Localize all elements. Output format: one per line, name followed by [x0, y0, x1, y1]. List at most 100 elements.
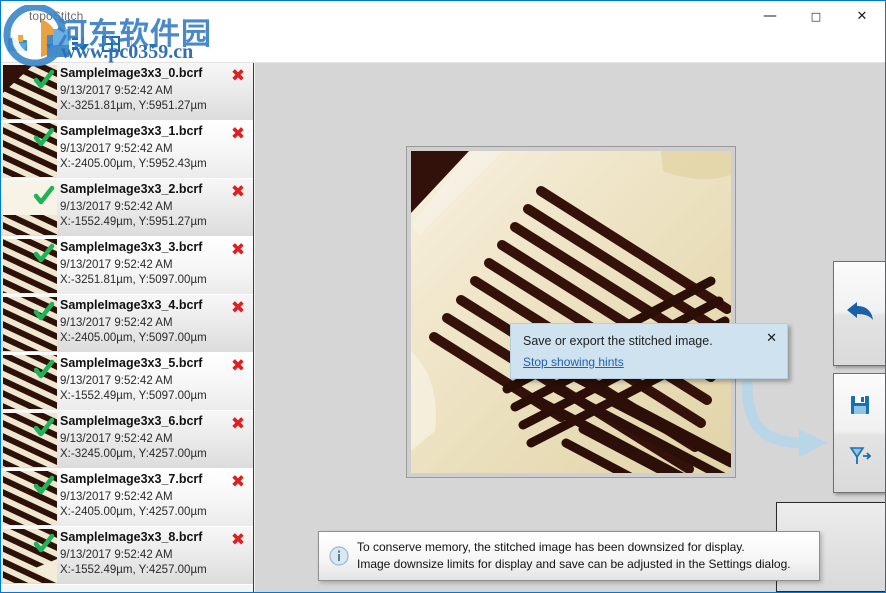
close-icon: ✕ [856, 8, 868, 24]
file-info: SampleImage3x3_0.bcrf 9/13/2017 9:52:42 A… [60, 64, 225, 114]
file-position: X:-1552.49µm, Y:5097.00µm [60, 390, 207, 402]
minimize-icon: — [763, 8, 777, 24]
file-list-item[interactable]: SampleImage3x3_8.bcrf 9/13/2017 9:52:42 A… [1, 527, 253, 585]
file-name: SampleImage3x3_8.bcrf [60, 530, 203, 544]
file-list-item[interactable]: SampleImage3x3_4.bcrf 9/13/2017 9:52:42 A… [1, 295, 253, 353]
info-message-text: To conserve memory, the stitched image h… [357, 539, 791, 573]
remove-file-button[interactable]: ✖ [225, 414, 251, 434]
file-thumbnail [3, 65, 57, 119]
file-name: SampleImage3x3_5.bcrf [60, 356, 203, 370]
floppy-disk-icon [849, 394, 871, 421]
file-list-panel[interactable]: SampleImage3x3_0.bcrf 9/13/2017 9:52:42 A… [1, 63, 254, 592]
open-folder-button[interactable] [4, 33, 32, 61]
toolbar [1, 31, 885, 63]
toolbar-separator [131, 37, 132, 56]
file-date: 9/13/2017 9:52:42 AM [60, 259, 173, 271]
file-thumbnail [3, 123, 57, 177]
file-info: SampleImage3x3_5.bcrf 9/13/2017 9:52:42 A… [60, 354, 225, 404]
hint-close-button[interactable]: ✕ [766, 331, 777, 346]
remove-file-button[interactable]: ✖ [225, 66, 251, 86]
file-name: SampleImage3x3_7.bcrf [60, 472, 203, 486]
remove-file-button[interactable]: ✖ [225, 124, 251, 144]
file-position: X:-1552.49µm, Y:4257.00µm [60, 564, 207, 576]
file-position: X:-2405.00µm, Y:5097.00µm [60, 332, 207, 344]
checkmark-icon [33, 127, 55, 149]
open-dropdown-button[interactable] [35, 33, 63, 61]
remove-file-button[interactable]: ✖ [225, 530, 251, 550]
hint-pointer-arrow [735, 379, 845, 479]
remove-file-button[interactable]: ✖ [225, 472, 251, 492]
file-thumbnail [3, 355, 57, 409]
file-name: SampleImage3x3_0.bcrf [60, 66, 203, 80]
stitched-image [411, 151, 731, 473]
file-position: X:-1552.49µm, Y:5951.27µm [60, 216, 207, 228]
file-position: X:-3251.81µm, Y:5951.27µm [60, 100, 207, 112]
checkmark-icon [33, 185, 55, 207]
file-list-item[interactable]: SampleImage3x3_7.bcrf 9/13/2017 9:52:42 A… [1, 469, 253, 527]
file-list-item[interactable]: SampleImage3x3_3.bcrf 9/13/2017 9:52:42 A… [1, 237, 253, 295]
file-position: X:-3251.81µm, Y:5097.00µm [60, 274, 207, 286]
file-position: X:-3245.00µm, Y:4257.00µm [60, 448, 207, 460]
checkmark-icon [33, 533, 55, 555]
file-list-item[interactable]: SampleImage3x3_2.bcrf 9/13/2017 9:52:42 A… [1, 179, 253, 237]
checkmark-icon [33, 301, 55, 323]
file-list-item[interactable]: SampleImage3x3_0.bcrf 9/13/2017 9:52:42 A… [1, 63, 253, 121]
back-button[interactable] [833, 261, 885, 366]
hint-popup: Save or export the stitched image. ✕ Sto… [510, 323, 788, 379]
file-info: SampleImage3x3_3.bcrf 9/13/2017 9:52:42 A… [60, 238, 225, 288]
close-button[interactable]: ✕ [839, 1, 885, 31]
file-date: 9/13/2017 9:52:42 AM [60, 549, 173, 561]
file-date: 9/13/2017 9:52:42 AM [60, 143, 173, 155]
grid-layout-icon [100, 34, 122, 59]
grid-dropdown-button[interactable] [139, 33, 167, 61]
checkmark-icon [33, 417, 55, 439]
stitched-image-view[interactable] [406, 146, 736, 478]
remove-file-button[interactable]: ✖ [225, 182, 251, 202]
file-date: 9/13/2017 9:52:42 AM [60, 201, 173, 213]
open-folder-icon [7, 34, 29, 59]
file-date: 9/13/2017 9:52:42 AM [60, 491, 173, 503]
back-arrow-icon [845, 299, 875, 328]
info-icon [329, 546, 349, 566]
canvas-area: Save or export the stitched image. ✕ Sto… [255, 63, 885, 592]
file-thumbnail [3, 297, 57, 351]
file-name: SampleImage3x3_4.bcrf [60, 298, 203, 312]
checkmark-icon [33, 359, 55, 381]
file-list-item[interactable]: SampleImage3x3_5.bcrf 9/13/2017 9:52:42 A… [1, 353, 253, 411]
file-name: SampleImage3x3_6.bcrf [60, 414, 203, 428]
info-line-2: Image downsize limits for display and sa… [357, 557, 791, 571]
file-date: 9/13/2017 9:52:42 AM [60, 375, 173, 387]
file-info: SampleImage3x3_1.bcrf 9/13/2017 9:52:42 A… [60, 122, 225, 172]
checkmark-icon [33, 475, 55, 497]
file-name: SampleImage3x3_2.bcrf [60, 182, 203, 196]
minimize-button[interactable]: — [747, 1, 793, 31]
remove-file-button[interactable]: ✖ [225, 356, 251, 376]
file-list-item[interactable]: SampleImage3x3_1.bcrf 9/13/2017 9:52:42 A… [1, 121, 253, 179]
info-message-bar: To conserve memory, the stitched image h… [318, 531, 820, 581]
file-date: 9/13/2017 9:52:42 AM [60, 433, 173, 445]
title-bar: topoStitch — □ ✕ [1, 1, 885, 31]
file-thumbnail [3, 239, 57, 293]
hint-text: Save or export the stitched image. [523, 334, 713, 348]
file-thumbnail [3, 181, 57, 235]
checkmark-icon [33, 243, 55, 265]
chevron-down-icon [45, 44, 53, 49]
sort-descending-icon [69, 34, 91, 59]
grid-layout-button[interactable] [97, 33, 125, 61]
stop-showing-hints-link[interactable]: Stop showing hints [523, 355, 624, 369]
file-position: X:-2405.00µm, Y:5952.43µm [60, 158, 207, 170]
file-thumbnail [3, 413, 57, 467]
file-list-item[interactable]: SampleImage3x3_6.bcrf 9/13/2017 9:52:42 A… [1, 411, 253, 469]
sort-button[interactable] [66, 33, 94, 61]
remove-file-button[interactable]: ✖ [225, 298, 251, 318]
checkmark-icon [33, 69, 55, 91]
file-name: SampleImage3x3_3.bcrf [60, 240, 203, 254]
maximize-icon: □ [810, 9, 822, 23]
maximize-button[interactable]: □ [793, 1, 839, 31]
file-thumbnail [3, 471, 57, 525]
file-thumbnail [3, 529, 57, 583]
export-icon [847, 445, 873, 472]
file-date: 9/13/2017 9:52:42 AM [60, 85, 173, 97]
remove-file-button[interactable]: ✖ [225, 240, 251, 260]
file-position: X:-2405.00µm, Y:4257.00µm [60, 506, 207, 518]
